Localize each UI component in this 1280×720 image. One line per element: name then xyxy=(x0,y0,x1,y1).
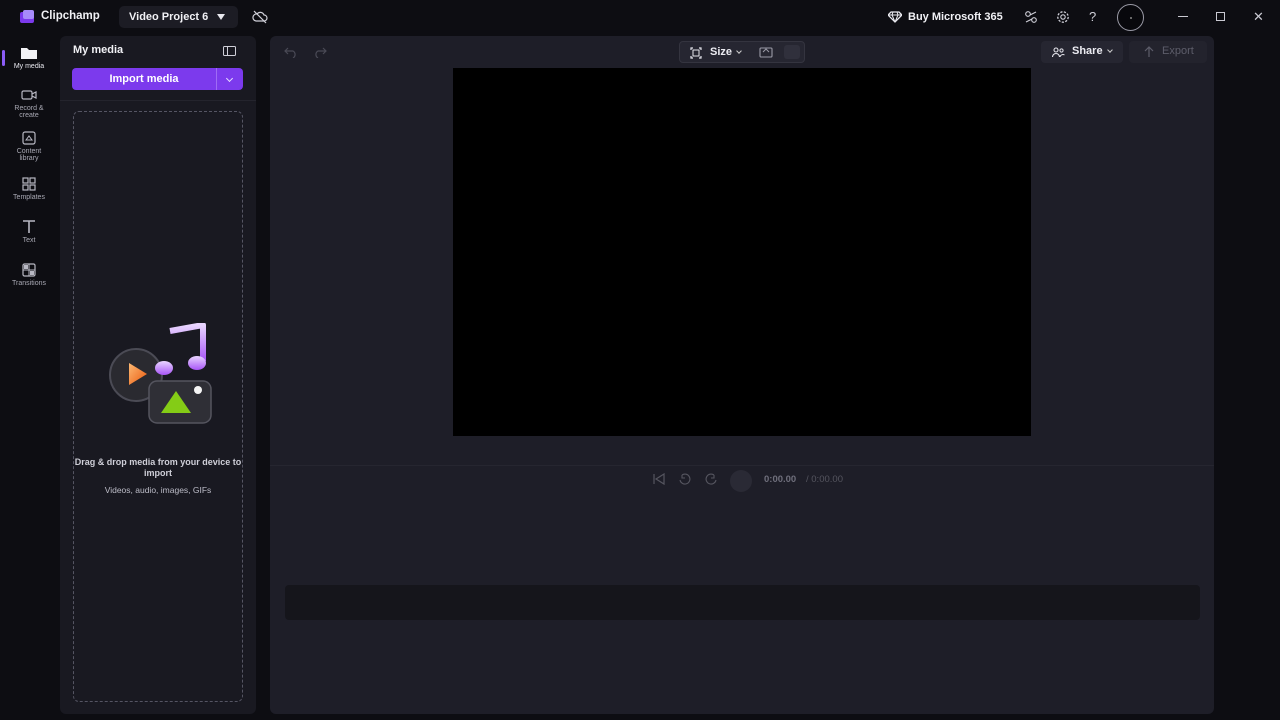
clipchamp-logo xyxy=(20,10,34,23)
media-illustration-icon xyxy=(109,323,212,424)
video-preview[interactable] xyxy=(453,68,1031,436)
rail-item-my-media[interactable]: My media xyxy=(0,40,58,80)
chevron-down-icon xyxy=(1107,47,1113,53)
share-label: Share xyxy=(1072,45,1103,57)
play-button[interactable] xyxy=(730,470,752,492)
export-button[interactable]: Export xyxy=(1129,41,1207,63)
aspect-ratio-icon xyxy=(690,47,702,59)
avatar[interactable] xyxy=(1117,4,1144,31)
rail-label: Templates xyxy=(13,194,45,201)
share-button[interactable]: Share xyxy=(1041,41,1123,63)
divider xyxy=(270,465,1214,466)
rail-label: Content library xyxy=(16,148,42,162)
folder-icon xyxy=(21,48,37,59)
rail-label: My media xyxy=(13,63,45,70)
size-button[interactable]: Size xyxy=(710,46,732,58)
library-icon xyxy=(22,131,36,145)
import-media-label: Import media xyxy=(109,73,179,85)
left-rail: My media Record & create Content library… xyxy=(0,34,58,720)
transitions-icon xyxy=(22,263,36,277)
fit-icon[interactable] xyxy=(759,46,773,58)
people-icon xyxy=(1052,47,1065,57)
current-time: 0:00.00 xyxy=(764,474,797,485)
rail-item-templates[interactable]: Templates xyxy=(0,171,58,211)
diamond-icon xyxy=(888,11,902,23)
minimize-button[interactable] xyxy=(1178,16,1188,17)
playback-controls: 0:00.00 / 0:00.00 xyxy=(650,470,880,492)
rewind-5s-icon[interactable] xyxy=(678,472,692,486)
templates-icon xyxy=(22,177,36,191)
panel-title: My media xyxy=(73,44,124,56)
media-panel: My media Import media Drag & drop media … xyxy=(60,36,256,714)
timeline-track[interactable] xyxy=(285,585,1200,620)
rail-label: Transitions xyxy=(12,280,46,287)
buy-label: Buy Microsoft 365 xyxy=(908,11,1003,23)
gear-icon[interactable] xyxy=(1056,10,1070,24)
chevron-down-icon xyxy=(736,48,742,54)
rail-label: Record & create xyxy=(14,105,44,119)
import-options-chevron-icon[interactable] xyxy=(216,68,243,90)
dropzone-subtitle: Videos, audio, images, GIFs xyxy=(104,485,212,495)
rail-item-text[interactable]: Text xyxy=(0,214,58,254)
export-label: Export xyxy=(1162,45,1194,57)
media-dropzone[interactable]: Drag & drop media from your device to im… xyxy=(73,111,243,702)
share-alt-icon[interactable] xyxy=(1024,10,1038,24)
undo-icon[interactable] xyxy=(284,46,298,58)
rail-label: Text xyxy=(22,237,36,244)
text-icon xyxy=(23,220,35,233)
cloud-off-icon[interactable] xyxy=(252,10,268,24)
collapse-panel-icon[interactable] xyxy=(223,46,236,56)
redo-icon[interactable] xyxy=(313,46,327,58)
maximize-button[interactable] xyxy=(1216,12,1225,21)
forward-5s-icon[interactable] xyxy=(704,472,718,486)
import-media-button[interactable]: Import media xyxy=(72,68,243,90)
dropzone-title: Drag & drop media from your device to im… xyxy=(74,457,242,478)
size-toolbar: Size xyxy=(679,41,805,63)
total-time: / 0:00.00 xyxy=(806,474,843,485)
editor-area: Size Share Export 0:00.00 / 0:00.00 xyxy=(270,36,1214,714)
upload-icon xyxy=(1144,46,1154,57)
rail-item-transitions[interactable]: Transitions xyxy=(0,257,58,297)
rail-item-record-create[interactable]: Record & create xyxy=(0,82,58,122)
skip-back-icon[interactable] xyxy=(652,472,666,486)
help-icon[interactable]: ? xyxy=(1089,9,1096,24)
title-bar: Clipchamp Video Project 6 Buy Microsoft … xyxy=(0,0,1280,34)
project-name: Video Project 6 xyxy=(129,11,209,23)
background-icon[interactable] xyxy=(784,45,800,59)
caret-down-icon xyxy=(217,14,225,20)
close-button[interactable]: ✕ xyxy=(1253,9,1264,25)
rail-item-content-library[interactable]: Content library xyxy=(0,125,58,165)
project-name-dropdown[interactable]: Video Project 6 xyxy=(119,6,238,28)
app-name: Clipchamp xyxy=(41,10,100,22)
divider xyxy=(60,100,256,101)
camera-icon xyxy=(21,90,37,100)
